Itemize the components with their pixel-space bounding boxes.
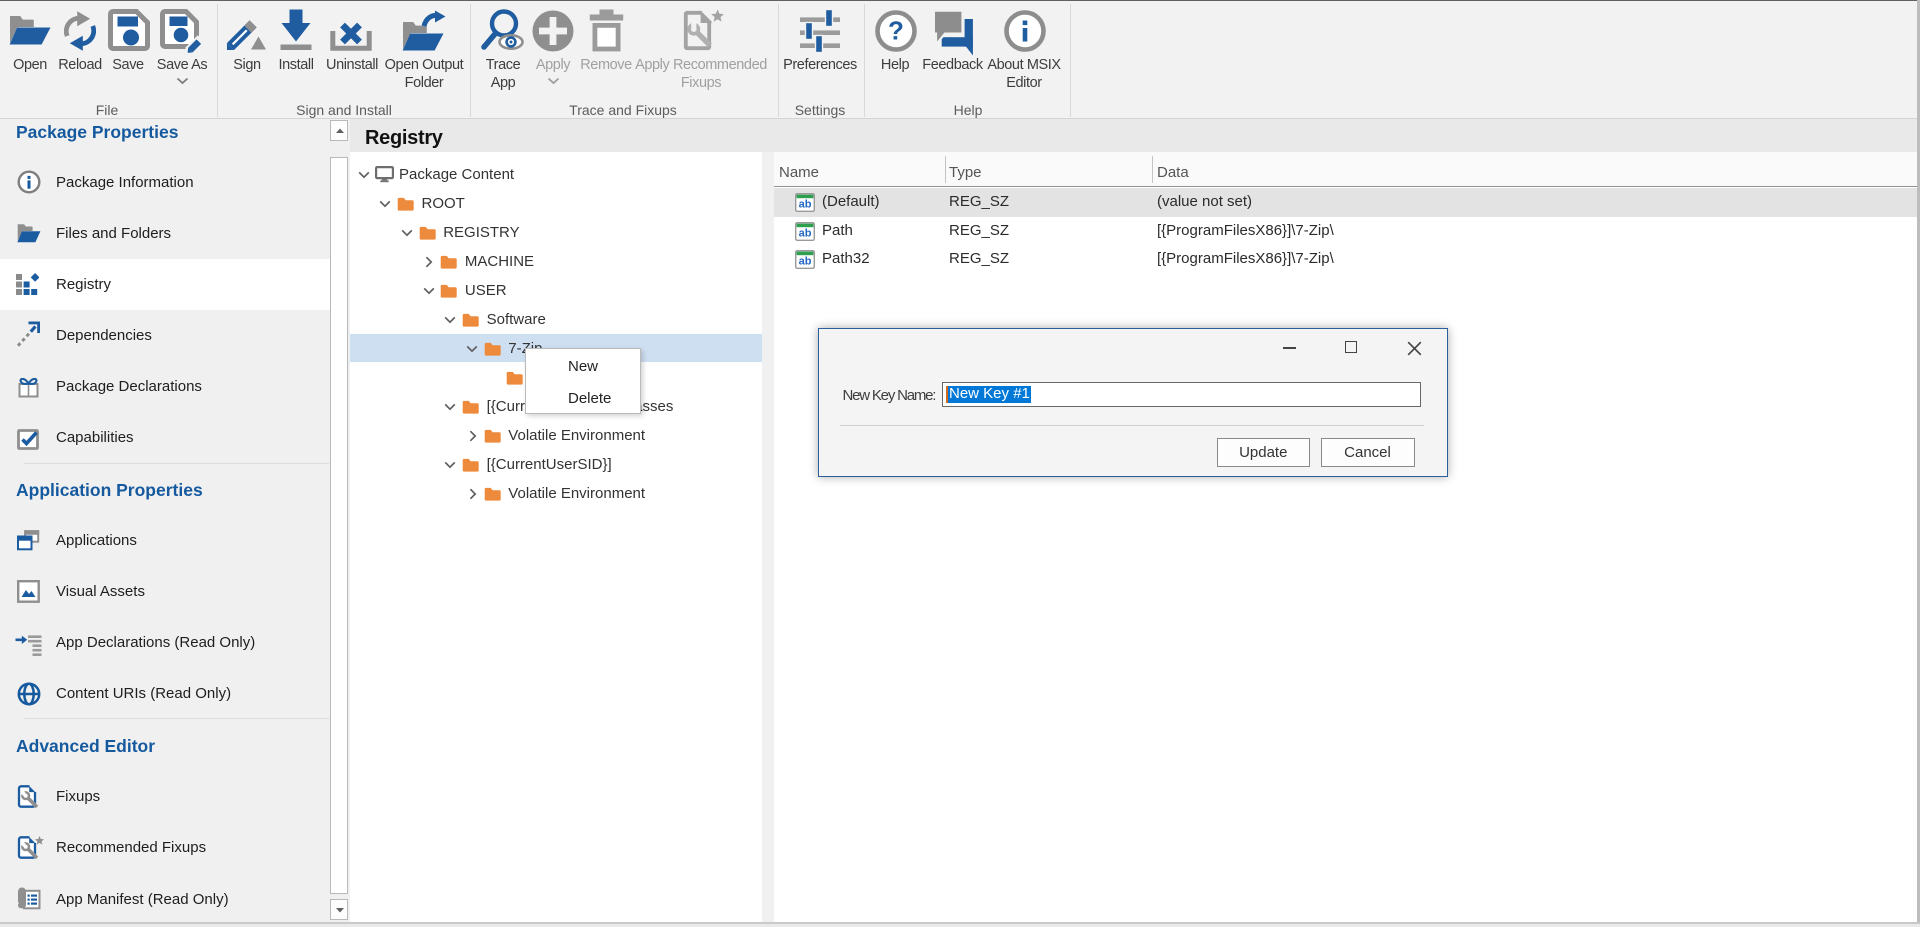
svg-text:ab: ab	[799, 256, 812, 268]
svg-text:ab: ab	[799, 227, 812, 239]
svg-text:ab: ab	[799, 199, 812, 211]
svg-text:?: ?	[888, 16, 904, 46]
